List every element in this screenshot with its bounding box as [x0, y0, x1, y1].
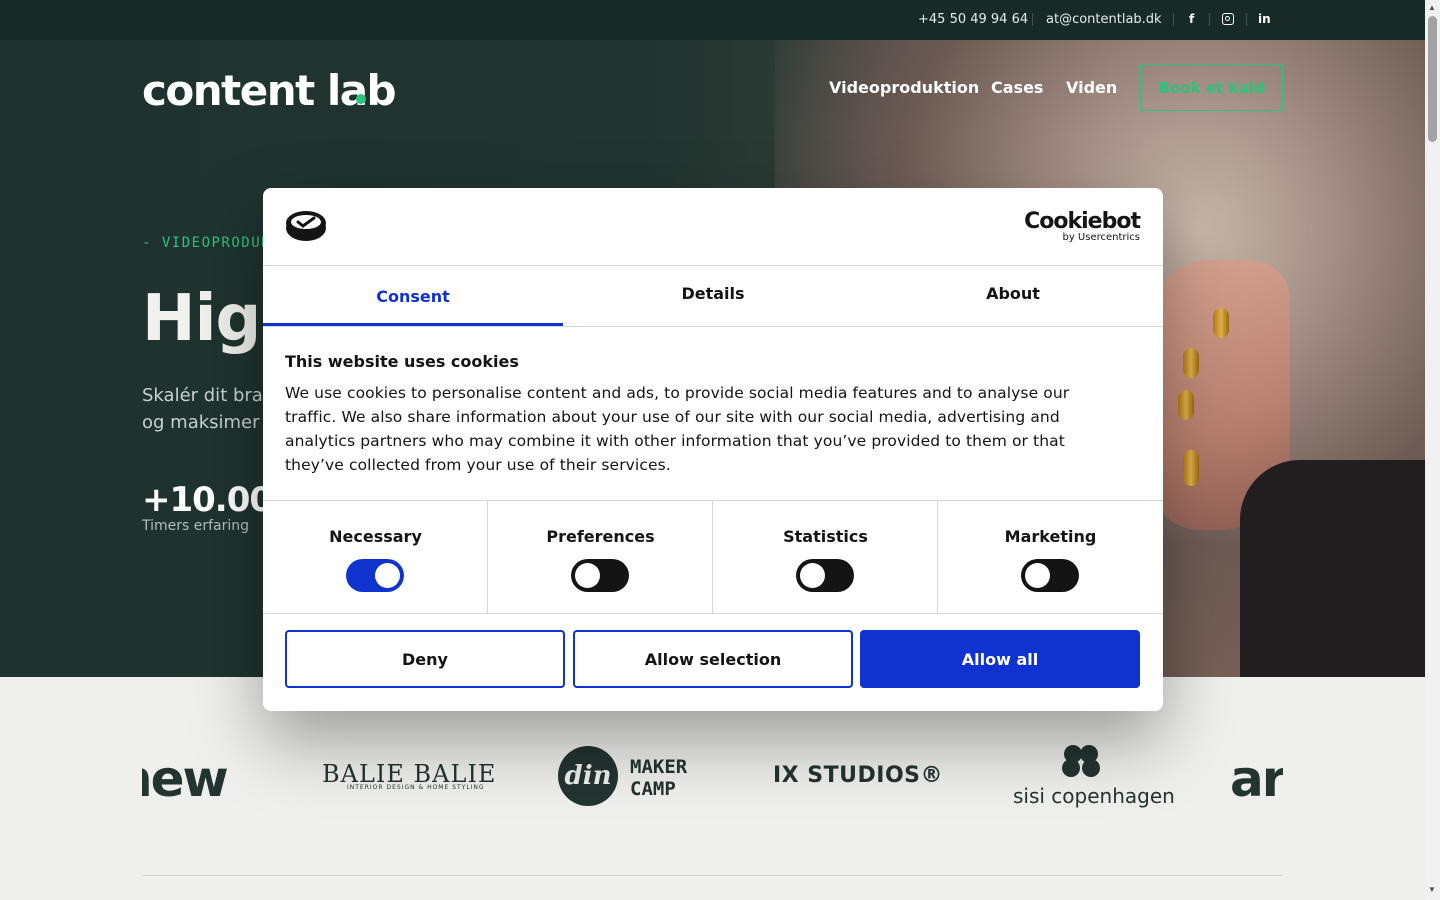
scroll-up-arrow-icon[interactable]: ▲ — [1428, 3, 1436, 12]
category-label: Marketing — [1004, 527, 1097, 546]
cookiebot-brand: Cookiebot by Usercentrics — [1024, 209, 1141, 244]
tab-consent[interactable]: Consent — [263, 266, 563, 327]
category-preferences: Preferences — [488, 501, 713, 614]
category-label: Necessary — [329, 527, 422, 546]
scroll-thumb[interactable] — [1428, 16, 1437, 142]
page-scrollbar[interactable]: ▲ ▼ — [1425, 0, 1440, 900]
dialog-header: Cookiebot by Usercentrics — [263, 188, 1163, 266]
category-label: Preferences — [546, 527, 655, 546]
toggle-knob — [375, 563, 400, 588]
category-statistics: Statistics — [713, 501, 938, 614]
cookie-categories: Necessary Preferences Statistics Marketi… — [263, 500, 1163, 614]
preferences-toggle[interactable] — [571, 559, 629, 592]
active-tab-indicator — [263, 323, 563, 326]
toggle-knob — [575, 563, 600, 588]
cookiebot-logo-icon — [286, 211, 326, 241]
cookiebot-wordmark: Cookiebot — [1024, 209, 1141, 234]
dialog-title: This website uses cookies — [285, 352, 519, 371]
toggle-knob — [1025, 563, 1050, 588]
page: +45 50 49 94 64 at@contentlab.dk f in co… — [0, 0, 1425, 900]
dialog-tabs: Consent Details About — [263, 266, 1163, 327]
scroll-down-arrow-icon[interactable]: ▼ — [1428, 885, 1436, 894]
allow-all-button[interactable]: Allow all — [860, 630, 1140, 688]
marketing-toggle[interactable] — [1021, 559, 1079, 592]
deny-button[interactable]: Deny — [285, 630, 565, 688]
category-label: Statistics — [783, 527, 868, 546]
category-necessary: Necessary — [263, 501, 488, 614]
necessary-toggle[interactable] — [346, 559, 404, 592]
toggle-knob — [800, 563, 825, 588]
statistics-toggle[interactable] — [796, 559, 854, 592]
cookie-consent-dialog: Cookiebot by Usercentrics Consent Detail… — [263, 188, 1163, 711]
dialog-body: We use cookies to personalise content an… — [285, 384, 1070, 474]
tab-about[interactable]: About — [863, 263, 1163, 324]
allow-selection-button[interactable]: Allow selection — [573, 630, 853, 688]
category-marketing: Marketing — [938, 501, 1163, 614]
tab-details[interactable]: Details — [563, 263, 863, 324]
